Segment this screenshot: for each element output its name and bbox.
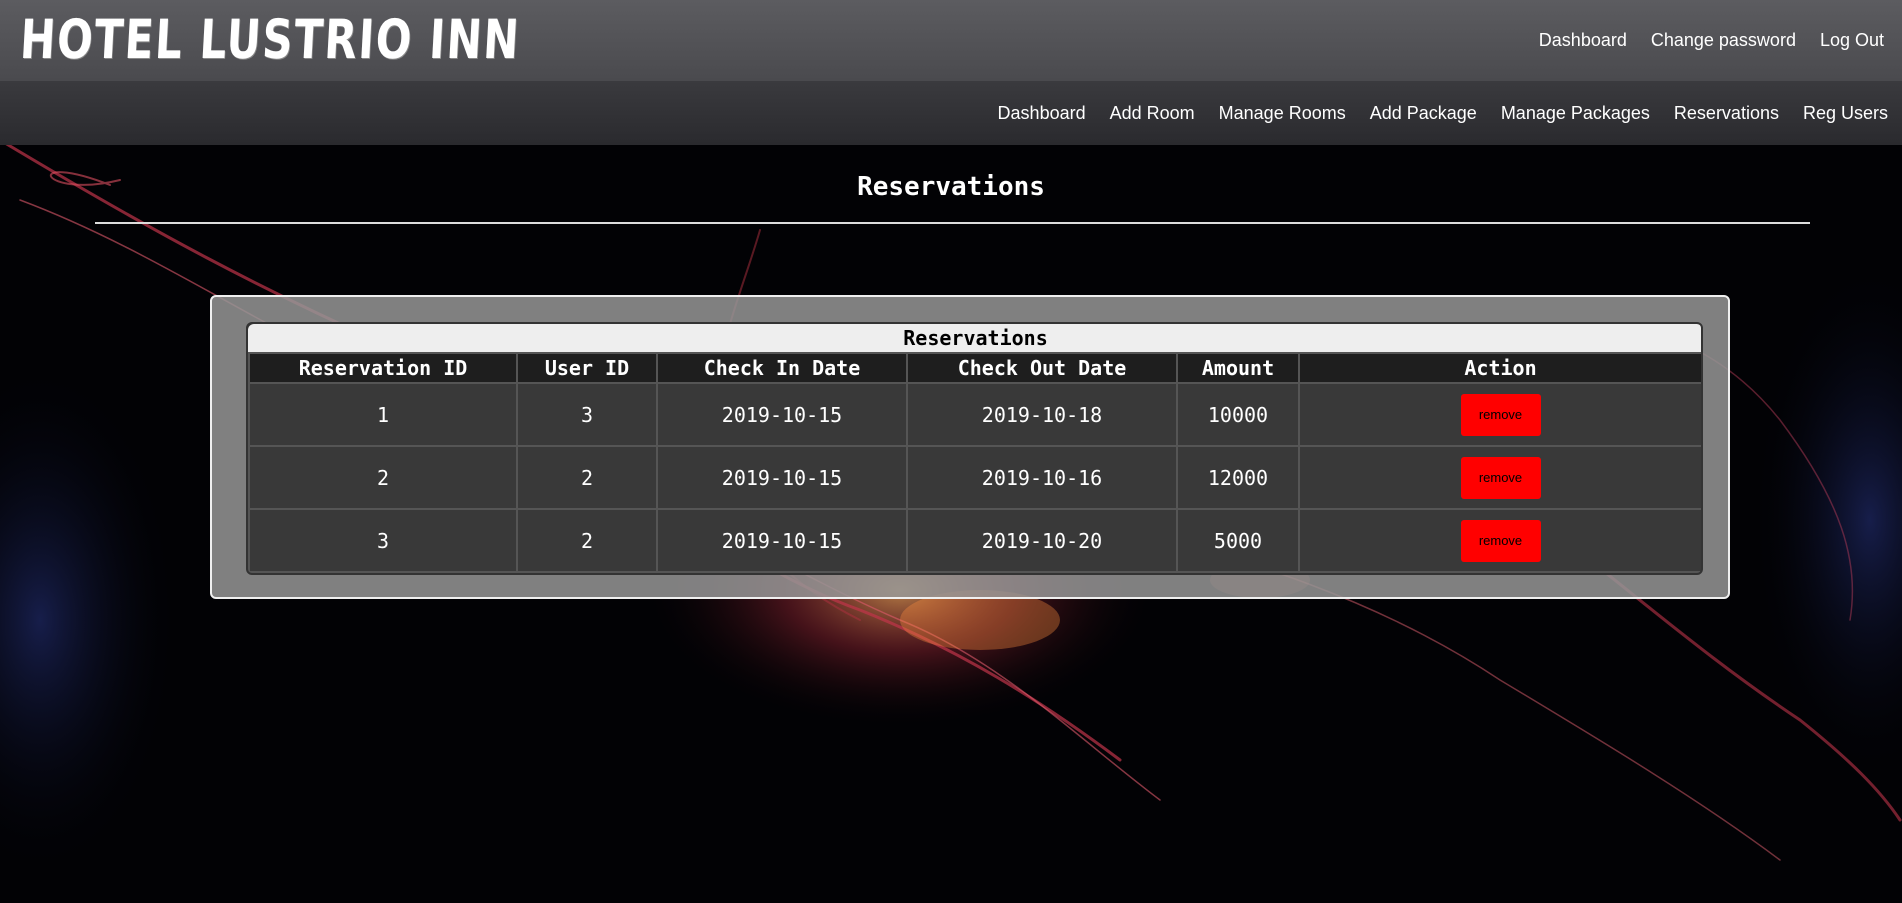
- cell-reservation-id: 1: [248, 382, 518, 447]
- cell-action: remove: [1298, 382, 1701, 447]
- table-row: 3 2 2019-10-15 2019-10-20 5000 remove: [248, 508, 1701, 573]
- cell-user-id: 3: [516, 382, 658, 447]
- nav-reservations[interactable]: Reservations: [1674, 103, 1779, 124]
- admin-nav-bar: Dashboard Add Room Manage Rooms Add Pack…: [0, 81, 1902, 145]
- nav-manage-packages[interactable]: Manage Packages: [1501, 103, 1650, 124]
- nav-manage-rooms[interactable]: Manage Rooms: [1219, 103, 1346, 124]
- brand-logo[interactable]: HOTEL LUSTRIO INN: [19, 8, 522, 71]
- reservations-table: Reservations Reservation ID User ID Chec…: [248, 324, 1701, 573]
- table-header-row: Reservation ID User ID Check In Date Che…: [248, 352, 1701, 384]
- nav-add-package[interactable]: Add Package: [1370, 103, 1477, 124]
- remove-button[interactable]: remove: [1460, 456, 1541, 499]
- table-row: 2 2 2019-10-15 2019-10-16 12000 remove: [248, 445, 1701, 510]
- reservations-panel: Reservations Reservation ID User ID Chec…: [210, 295, 1730, 599]
- top-header: HOTEL LUSTRIO INN Dashboard Change passw…: [0, 0, 1902, 82]
- table-row: 1 3 2019-10-15 2019-10-18 10000 remove: [248, 382, 1701, 447]
- header-user-id: User ID: [516, 352, 658, 384]
- cell-reservation-id: 3: [248, 508, 518, 573]
- cell-check-out: 2019-10-20: [906, 508, 1178, 573]
- top-link-dashboard[interactable]: Dashboard: [1539, 30, 1627, 51]
- top-link-logout[interactable]: Log Out: [1820, 30, 1884, 51]
- cell-action: remove: [1298, 508, 1701, 573]
- cell-user-id: 2: [516, 508, 658, 573]
- cell-amount: 12000: [1176, 445, 1300, 510]
- page-title: Reservations: [857, 172, 1045, 202]
- top-link-change-password[interactable]: Change password: [1651, 30, 1796, 51]
- remove-button[interactable]: remove: [1460, 393, 1541, 436]
- cell-user-id: 2: [516, 445, 658, 510]
- header-check-out-date: Check Out Date: [906, 352, 1178, 384]
- header-action: Action: [1298, 352, 1701, 384]
- cell-check-out: 2019-10-18: [906, 382, 1178, 447]
- cell-reservation-id: 2: [248, 445, 518, 510]
- nav-dashboard[interactable]: Dashboard: [998, 103, 1086, 124]
- cell-amount: 10000: [1176, 382, 1300, 447]
- table-caption: Reservations: [248, 324, 1701, 352]
- cell-check-out: 2019-10-16: [906, 445, 1178, 510]
- admin-nav: Dashboard Add Room Manage Rooms Add Pack…: [998, 103, 1888, 124]
- nav-reg-users[interactable]: Reg Users: [1803, 103, 1888, 124]
- nav-add-room[interactable]: Add Room: [1110, 103, 1195, 124]
- reservations-table-wrapper: Reservations Reservation ID User ID Chec…: [246, 322, 1703, 575]
- header-reservation-id: Reservation ID: [248, 352, 518, 384]
- header-check-in-date: Check In Date: [656, 352, 908, 384]
- cell-check-in: 2019-10-15: [656, 382, 908, 447]
- header-amount: Amount: [1176, 352, 1300, 384]
- account-links: Dashboard Change password Log Out: [1539, 30, 1884, 51]
- remove-button[interactable]: remove: [1460, 519, 1541, 562]
- title-divider: [95, 222, 1810, 224]
- cell-check-in: 2019-10-15: [656, 508, 908, 573]
- cell-amount: 5000: [1176, 508, 1300, 573]
- cell-action: remove: [1298, 445, 1701, 510]
- cell-check-in: 2019-10-15: [656, 445, 908, 510]
